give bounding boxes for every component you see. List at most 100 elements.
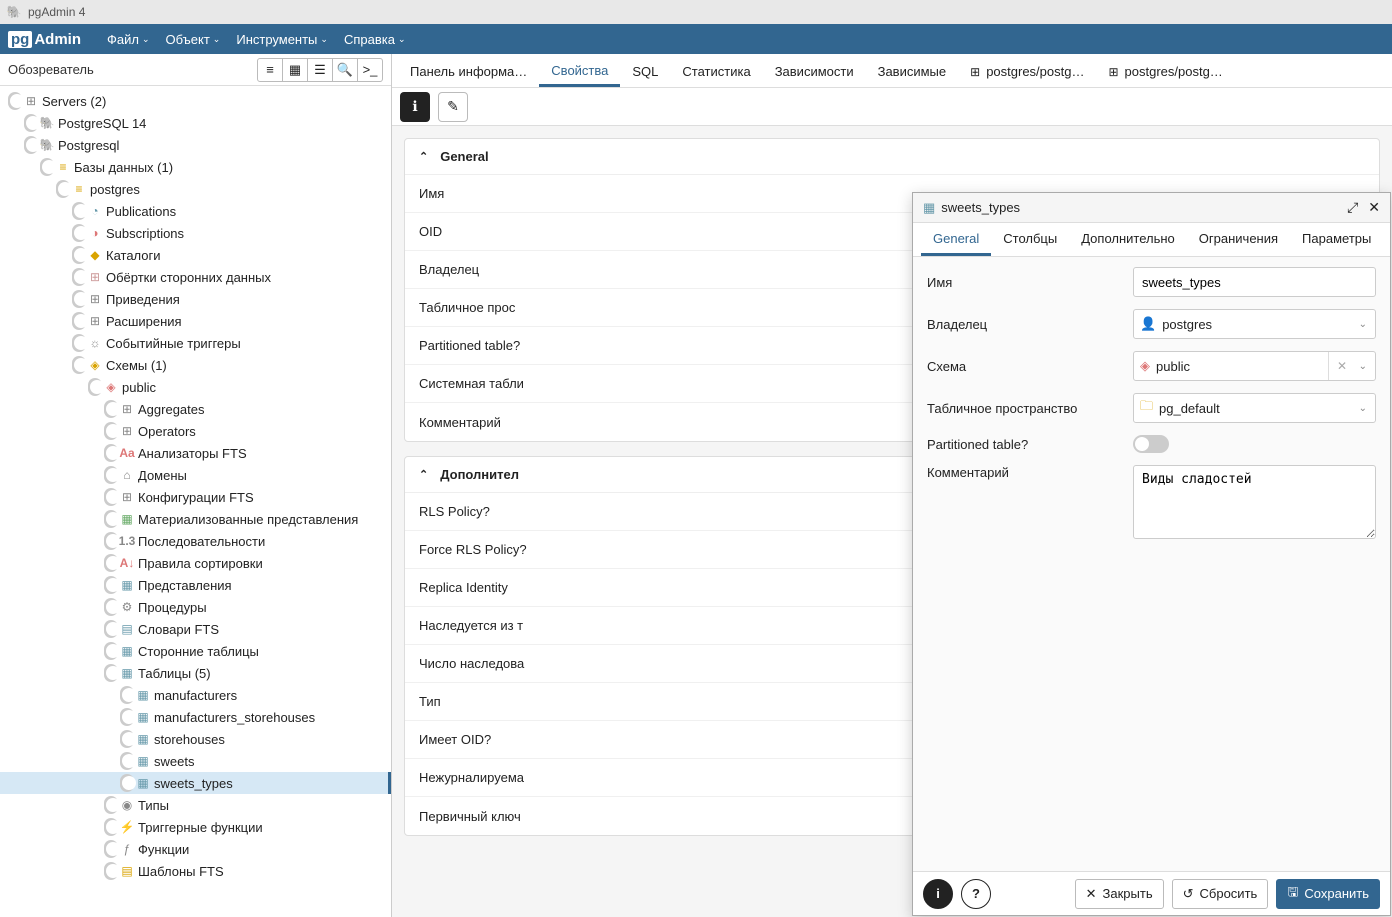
tree-item[interactable]: ›▤Словари FTS: [0, 618, 391, 640]
dialog-body: Имя Владелец 👤 postgres ⌄ Схема: [913, 257, 1390, 871]
object-tree[interactable]: ⌄⊞Servers (2)›🐘PostgreSQL 14⌄🐘Postgresql…: [0, 86, 391, 917]
tool-server-icon[interactable]: ≡: [257, 58, 283, 82]
tree-item[interactable]: ›◑Subscriptions: [0, 222, 391, 244]
tree-item[interactable]: ›▦Представления: [0, 574, 391, 596]
save-button[interactable]: 🖫 Сохранить: [1276, 879, 1380, 909]
tree-item[interactable]: ›▦sweets_types: [0, 772, 391, 794]
tree-item[interactable]: ›1.3Последовательности: [0, 530, 391, 552]
tablespace-select[interactable]: 🗀 pg_default ⌄: [1133, 393, 1376, 423]
tab[interactable]: Зависимости: [763, 54, 866, 87]
menu-объект[interactable]: Объект⌄: [158, 28, 229, 51]
close-button[interactable]: ✕ Закрыть: [1075, 879, 1164, 909]
menu-файл[interactable]: Файл⌄: [99, 28, 158, 51]
help-button[interactable]: ?: [961, 879, 991, 909]
tab[interactable]: Статистика: [670, 54, 762, 87]
tree-item[interactable]: ›▦manufacturers_storehouses: [0, 706, 391, 728]
tree-item[interactable]: ›⊞Operators: [0, 420, 391, 442]
dialog-title: sweets_types: [941, 200, 1020, 215]
tree-item[interactable]: ›▦sweets: [0, 750, 391, 772]
tree-item[interactable]: ›⊞Расширения: [0, 310, 391, 332]
dialog-tab[interactable]: Параметры: [1290, 223, 1383, 256]
window-title: pgAdmin 4: [28, 5, 85, 19]
name-label: Имя: [927, 275, 1123, 290]
tree-item[interactable]: ⌄≡postgres: [0, 178, 391, 200]
tree-item[interactable]: ›▦Материализованные представления: [0, 508, 391, 530]
comment-label: Комментарий: [927, 465, 1123, 480]
dialog-tab[interactable]: Столбцы: [991, 223, 1069, 256]
name-input[interactable]: [1133, 267, 1376, 297]
tree-item[interactable]: ›▦Сторонние таблицы: [0, 640, 391, 662]
info-button[interactable]: i: [923, 879, 953, 909]
tab[interactable]: Панель информа…: [398, 54, 539, 87]
menu-инструменты[interactable]: Инструменты⌄: [228, 28, 336, 51]
edit-button[interactable]: ✎: [438, 92, 468, 122]
tool-filter-icon[interactable]: ☰: [307, 58, 333, 82]
tree-item[interactable]: ›☼Событийные триггеры: [0, 332, 391, 354]
tree-item[interactable]: ⌄▦Таблицы (5): [0, 662, 391, 684]
tree-item[interactable]: ›⊞Приведения: [0, 288, 391, 310]
tree-item[interactable]: ›⚙Процедуры: [0, 596, 391, 618]
reset-button[interactable]: ↺ Сбросить: [1172, 879, 1269, 909]
tab[interactable]: ⊞postgres/postg…: [958, 54, 1096, 87]
tree-item[interactable]: ›🐘PostgreSQL 14: [0, 112, 391, 134]
table-properties-dialog: ▦ sweets_types ⤢ ✕ GeneralСтолбцыДополни…: [912, 192, 1391, 916]
tab[interactable]: Свойства: [539, 54, 620, 87]
browser-header: Обозреватель ≡ ▦ ☰ 🔍 >_: [0, 54, 391, 86]
menu-справка[interactable]: Справка⌄: [336, 28, 414, 51]
dialog-tab[interactable]: Дополнительно: [1069, 223, 1187, 256]
dialog-footer: i ? ✕ Закрыть ↺ Сбросить 🖫 Сохранить: [913, 871, 1390, 915]
chevron-down-icon: ⌄: [1359, 361, 1367, 372]
tree-item[interactable]: ›A↓Правила сортировки: [0, 552, 391, 574]
tree-item[interactable]: ›⊞Конфигурации FTS: [0, 486, 391, 508]
tree-item[interactable]: ›⊞Обёртки сторонних данных: [0, 266, 391, 288]
owner-select[interactable]: 👤 postgres ⌄: [1133, 309, 1376, 339]
partitioned-toggle[interactable]: [1133, 435, 1169, 453]
tree-item[interactable]: ⌄◈Схемы (1): [0, 354, 391, 376]
tool-terminal-icon[interactable]: >_: [357, 58, 383, 82]
dialog-tab[interactable]: Безопасность: [1383, 223, 1392, 256]
tree-item[interactable]: ›▦storehouses: [0, 728, 391, 750]
tab[interactable]: ⊞postgres/postg…: [1096, 54, 1234, 87]
tab[interactable]: SQL: [620, 54, 670, 87]
dialog-tab[interactable]: Ограничения: [1187, 223, 1290, 256]
app-logo: pgAdmin: [8, 31, 81, 48]
schema-select[interactable]: ◈ public ✕ ⌄: [1133, 351, 1376, 381]
tree-item[interactable]: ⌄◈public: [0, 376, 391, 398]
info-button[interactable]: ℹ: [400, 92, 430, 122]
comment-textarea[interactable]: [1133, 465, 1376, 539]
tree-item[interactable]: ›⌂Домены: [0, 464, 391, 486]
clear-icon[interactable]: ✕: [1328, 352, 1347, 380]
tree-item[interactable]: ›◆Каталоги: [0, 244, 391, 266]
tree-item[interactable]: ›▦manufacturers: [0, 684, 391, 706]
tree-item[interactable]: ›▤Шаблоны FTS: [0, 860, 391, 882]
tab[interactable]: Зависимые: [866, 54, 959, 87]
close-icon[interactable]: ✕: [1368, 199, 1380, 216]
tree-item[interactable]: ⌄≡Базы данных (1): [0, 156, 391, 178]
tree-item[interactable]: ›ƒФункции: [0, 838, 391, 860]
menubar: pgAdmin Файл⌄Объект⌄Инструменты⌄Справка⌄: [0, 24, 1392, 54]
dialog-tab[interactable]: General: [921, 223, 991, 256]
browser-title: Обозреватель: [8, 62, 94, 77]
schema-icon: ◈: [1140, 358, 1150, 374]
user-icon: 👤: [1140, 316, 1156, 332]
tree-item[interactable]: ›◉Типы: [0, 794, 391, 816]
tool-grid-icon[interactable]: ▦: [282, 58, 308, 82]
chevron-down-icon: ⌄: [1359, 403, 1367, 414]
maximize-icon[interactable]: ⤢: [1347, 199, 1358, 216]
tree-item[interactable]: ⌄⊞Servers (2): [0, 90, 391, 112]
section-general-header[interactable]: ⌃ General: [405, 139, 1379, 175]
tool-search-icon[interactable]: 🔍: [332, 58, 358, 82]
chevron-down-icon: ⌄: [1359, 319, 1367, 330]
folder-icon: 🗀: [1140, 397, 1153, 419]
tree-item[interactable]: ›AaАнализаторы FTS: [0, 442, 391, 464]
main-tabs: Панель информа…СвойстваSQLСтатистикаЗави…: [392, 54, 1392, 88]
partitioned-label: Partitioned table?: [927, 437, 1123, 452]
tree-item[interactable]: ›⚡Триггерные функции: [0, 816, 391, 838]
chevron-up-icon: ⌃: [419, 468, 428, 481]
tree-item[interactable]: ›◔Publications: [0, 200, 391, 222]
tree-item[interactable]: ›⊞Aggregates: [0, 398, 391, 420]
tree-item[interactable]: ⌄🐘Postgresql: [0, 134, 391, 156]
window-titlebar: 🐘 pgAdmin 4: [0, 0, 1392, 24]
dialog-titlebar[interactable]: ▦ sweets_types ⤢ ✕: [913, 193, 1390, 223]
tablespace-label: Табличное пространство: [927, 401, 1123, 416]
